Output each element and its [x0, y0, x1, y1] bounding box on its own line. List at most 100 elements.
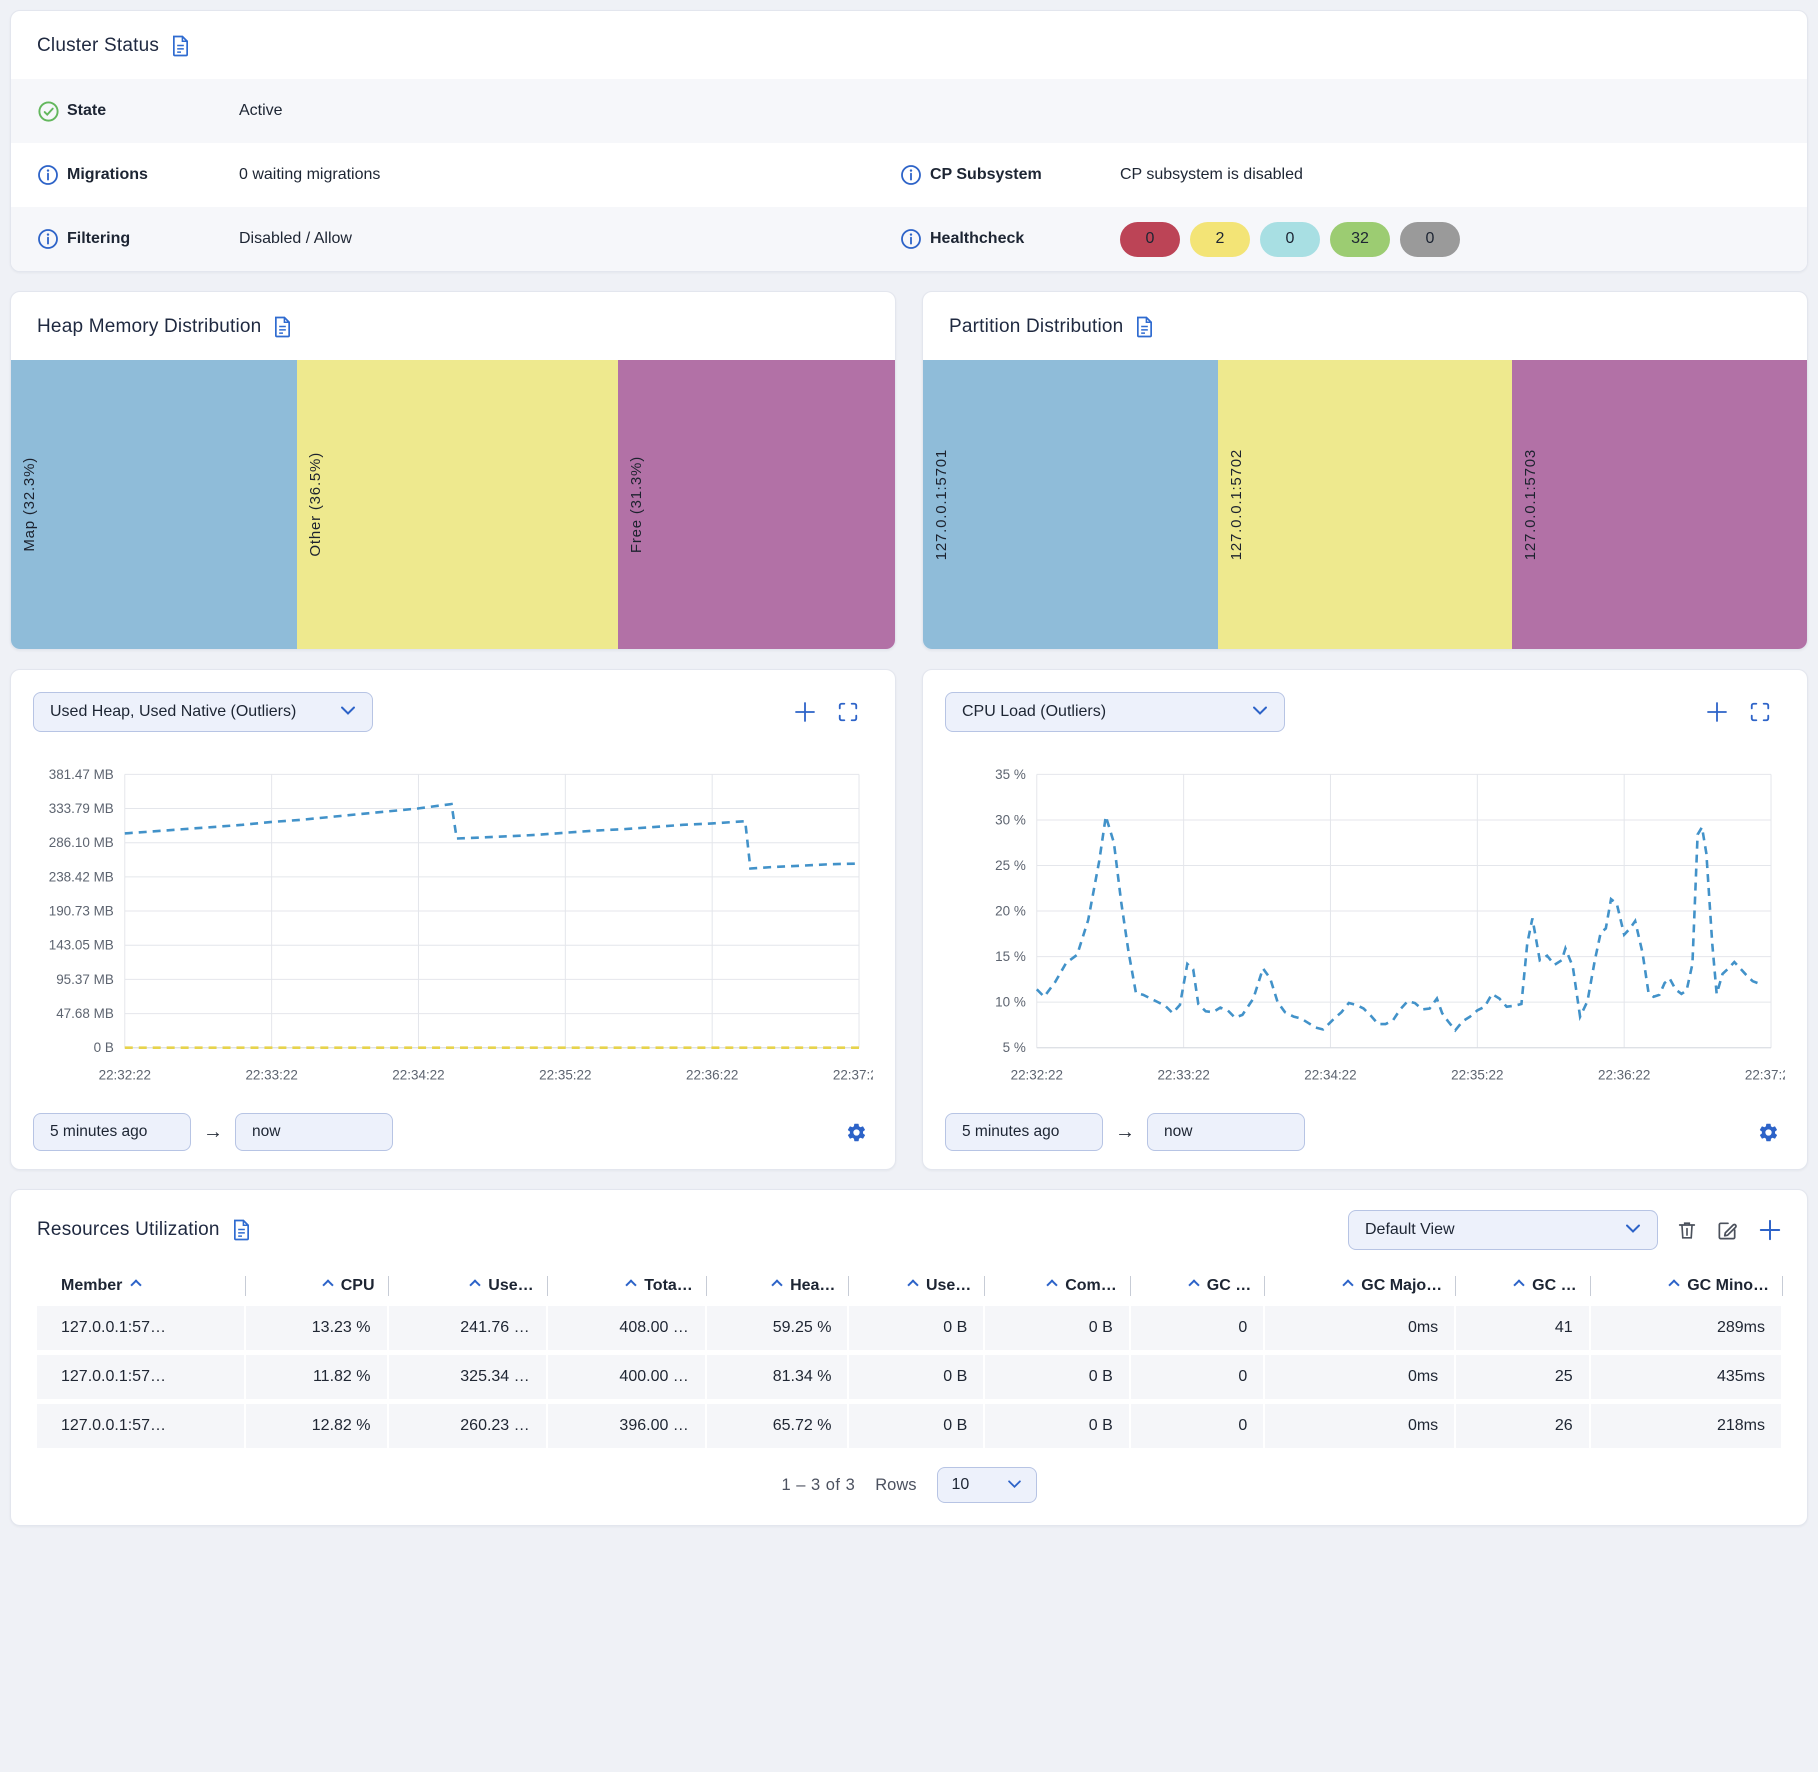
cluster-status-card: Cluster Status State Active Migrations 0…	[10, 10, 1808, 272]
svg-text:95.37 MB: 95.37 MB	[56, 972, 114, 987]
svg-text:47.68 MB: 47.68 MB	[56, 1006, 114, 1021]
healthcheck-badge[interactable]: 0	[1260, 222, 1320, 257]
table-cell: 0 B	[849, 1306, 983, 1350]
svg-text:333.79 MB: 333.79 MB	[49, 801, 114, 816]
view-select[interactable]: Default View	[1348, 1210, 1658, 1250]
expand-icon[interactable]	[837, 701, 859, 723]
metric-select[interactable]: Used Heap, Used Native (Outliers)	[33, 692, 373, 732]
info-icon[interactable]	[900, 228, 930, 250]
heap-distribution-card: Heap Memory Distribution Map (32.3%)Othe…	[10, 291, 896, 650]
healthcheck-badge[interactable]: 2	[1190, 222, 1250, 257]
column-header[interactable]: Member	[37, 1271, 244, 1301]
distribution-segment: 127.0.0.1:5702	[1218, 360, 1513, 649]
column-header[interactable]: GC …	[1456, 1271, 1588, 1301]
metric-select[interactable]: CPU Load (Outliers)	[945, 692, 1285, 732]
cpu-plot-svg: 5 %10 %15 %20 %25 %30 %35 %22:32:2222:33…	[945, 762, 1785, 1092]
migrations-label: Migrations	[67, 166, 239, 184]
segment-label: Map (32.3%)	[21, 457, 38, 552]
time-from-input[interactable]: 5 minutes ago	[945, 1113, 1103, 1151]
table-cell: 0	[1131, 1306, 1263, 1350]
healthcheck-badge[interactable]: 32	[1330, 222, 1390, 257]
table-cell: 59.25 %	[707, 1306, 848, 1350]
svg-text:143.05 MB: 143.05 MB	[49, 938, 114, 953]
time-to-input[interactable]: now	[235, 1113, 393, 1151]
table-cell: 0ms	[1265, 1355, 1454, 1399]
edit-view-button[interactable]	[1716, 1219, 1739, 1242]
info-icon[interactable]	[900, 164, 930, 186]
document-icon[interactable]	[1135, 316, 1154, 338]
document-icon[interactable]	[232, 1219, 251, 1241]
column-header[interactable]: GC …	[1131, 1271, 1263, 1301]
add-chart-button[interactable]	[793, 700, 817, 724]
partition-distribution-card: Partition Distribution 127.0.0.1:5701127…	[922, 291, 1808, 650]
document-icon[interactable]	[273, 316, 292, 338]
svg-text:22:34:22: 22:34:22	[392, 1068, 444, 1083]
table-cell: 13.23 %	[246, 1306, 387, 1350]
add-chart-button[interactable]	[1705, 700, 1729, 724]
column-label: CPU	[341, 1277, 375, 1294]
column-header[interactable]: Com…	[985, 1271, 1128, 1301]
table-cell: 11.82 %	[246, 1355, 387, 1399]
table-cell: 0 B	[985, 1306, 1128, 1350]
gear-icon[interactable]	[1758, 1122, 1779, 1143]
column-label: GC Mino…	[1687, 1277, 1769, 1294]
column-header[interactable]: Hea…	[707, 1271, 848, 1301]
table-cell: 127.0.0.1:57…	[37, 1355, 244, 1399]
member-row[interactable]: 127.0.0.1:57…12.82 %260.23 …396.00 …65.7…	[37, 1404, 1781, 1448]
sort-caret-icon	[1514, 1279, 1525, 1290]
member-row[interactable]: 127.0.0.1:57…13.23 %241.76 …408.00 …59.2…	[37, 1306, 1781, 1350]
sort-caret-icon	[322, 1279, 333, 1290]
svg-text:15 %: 15 %	[995, 949, 1026, 964]
arrow-right-icon: →	[203, 1121, 223, 1144]
rows-per-page-select[interactable]: 10	[937, 1467, 1037, 1503]
column-header[interactable]: GC Majo…	[1265, 1271, 1454, 1301]
info-icon[interactable]	[37, 228, 67, 250]
column-header[interactable]: GC Mino…	[1591, 1271, 1781, 1301]
gear-icon[interactable]	[846, 1122, 867, 1143]
sort-caret-icon	[131, 1279, 142, 1290]
column-label: GC …	[1532, 1277, 1576, 1294]
info-icon[interactable]	[37, 164, 67, 186]
column-header[interactable]: CPU	[246, 1271, 387, 1301]
filtering-label: Filtering	[67, 230, 239, 248]
svg-text:22:33:22: 22:33:22	[1157, 1068, 1209, 1083]
svg-text:22:36:22: 22:36:22	[686, 1068, 738, 1083]
time-from-input[interactable]: 5 minutes ago	[33, 1113, 191, 1151]
table-cell: 0ms	[1265, 1306, 1454, 1350]
cpu-line-chart: 5 %10 %15 %20 %25 %30 %35 %22:32:2222:33…	[945, 762, 1785, 1097]
healthcheck-badges: 020320	[1120, 222, 1781, 257]
delete-view-button[interactable]	[1676, 1219, 1698, 1242]
member-row[interactable]: 127.0.0.1:57…11.82 %325.34 …400.00 …81.3…	[37, 1355, 1781, 1399]
table-cell: 0 B	[849, 1355, 983, 1399]
table-cell: 0 B	[849, 1404, 983, 1448]
segment-label: 127.0.0.1:5701	[933, 449, 950, 560]
add-view-button[interactable]	[1757, 1217, 1783, 1243]
column-label: Use…	[488, 1277, 533, 1294]
cp-subsystem-label: CP Subsystem	[930, 166, 1120, 184]
column-header[interactable]: Use…	[849, 1271, 983, 1301]
svg-text:22:34:22: 22:34:22	[1304, 1068, 1356, 1083]
column-header[interactable]: Tota…	[548, 1271, 705, 1301]
table-cell: 218ms	[1591, 1404, 1781, 1448]
document-icon[interactable]	[171, 35, 190, 57]
healthcheck-badge[interactable]: 0	[1120, 222, 1180, 257]
distribution-segment: Free (31.3%)	[618, 360, 895, 649]
svg-text:22:37:22: 22:37:22	[833, 1068, 873, 1083]
distribution-segment: 127.0.0.1:5701	[923, 360, 1218, 649]
table-cell: 0 B	[985, 1404, 1128, 1448]
table-cell: 408.00 …	[548, 1306, 705, 1350]
cpu-chart-card: CPU Load (Outliers) 5 %10 %15 %20 %25 %3…	[922, 669, 1808, 1170]
heap-distribution-title: Heap Memory Distribution	[37, 316, 261, 338]
column-header[interactable]: Use…	[389, 1271, 546, 1301]
partition-distribution-bar: 127.0.0.1:5701127.0.0.1:5702127.0.0.1:57…	[923, 360, 1807, 649]
expand-icon[interactable]	[1749, 701, 1771, 723]
sort-caret-icon	[470, 1279, 481, 1290]
heap-distribution-bar: Map (32.3%)Other (36.5%)Free (31.3%)	[11, 360, 895, 649]
time-to-input[interactable]: now	[1147, 1113, 1305, 1151]
healthcheck-badge[interactable]: 0	[1400, 222, 1460, 257]
rows-per-page-label: Rows	[875, 1476, 916, 1495]
column-label: Hea…	[790, 1277, 835, 1294]
sort-caret-icon	[626, 1279, 637, 1290]
svg-text:30 %: 30 %	[995, 812, 1026, 827]
sort-caret-icon	[1188, 1279, 1199, 1290]
